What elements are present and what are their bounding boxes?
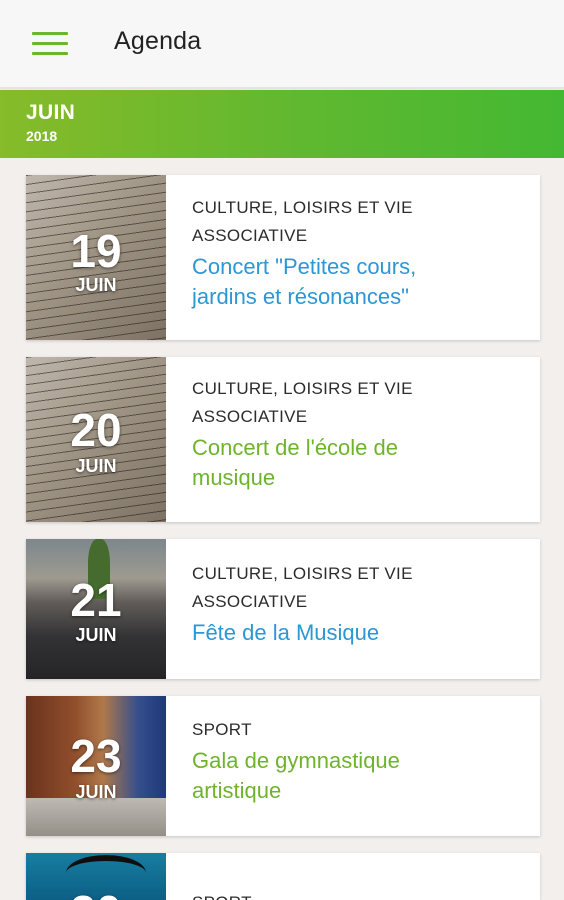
event-category: SPORT — [192, 889, 530, 900]
event-content: CULTURE, LOISIRS ET VIE ASSOCIATIVE Fête… — [192, 560, 530, 648]
menu-button[interactable] — [24, 24, 76, 64]
event-day: 20 — [70, 404, 122, 456]
event-card[interactable]: 30 SPORT — [26, 853, 540, 900]
event-title[interactable]: Concert de l'école de musique — [192, 433, 530, 493]
event-month: JUIN — [75, 782, 117, 802]
event-content: CULTURE, LOISIRS ET VIE ASSOCIATIVE Conc… — [192, 375, 530, 493]
event-day: 30 — [26, 889, 166, 900]
event-content: SPORT — [192, 889, 530, 900]
event-category-line: SPORT — [192, 720, 252, 739]
event-month: JUIN — [75, 625, 117, 645]
event-category-line: CULTURE, LOISIRS ET VIE — [192, 198, 413, 217]
event-card[interactable]: 23 JUIN SPORT Gala de gymnastique artist… — [26, 696, 540, 836]
event-title-line[interactable]: Concert de l'école de — [192, 433, 530, 463]
event-category: SPORT — [192, 716, 530, 744]
event-title-line[interactable]: musique — [192, 463, 530, 493]
event-day: 19 — [70, 225, 122, 277]
event-month: JUIN — [75, 275, 117, 295]
event-category-line: ASSOCIATIVE — [192, 407, 308, 426]
page-title: Agenda — [114, 27, 202, 55]
event-content: SPORT Gala de gymnastique artistique — [192, 716, 530, 806]
event-category-line: ASSOCIATIVE — [192, 592, 308, 611]
event-title[interactable]: Fête de la Musique — [192, 618, 530, 648]
event-day: 21 — [70, 574, 122, 626]
event-title-line[interactable]: Concert "Petites cours, — [192, 252, 530, 282]
app-bar: Agenda — [0, 0, 564, 88]
event-content: CULTURE, LOISIRS ET VIE ASSOCIATIVE Conc… — [192, 194, 530, 312]
month-year: 2018 — [26, 128, 58, 144]
hamburger-menu-icon[interactable] — [32, 32, 68, 56]
event-title-line[interactable]: Fête de la Musique — [192, 618, 530, 648]
event-title[interactable]: Concert "Petites cours, jardins et réson… — [192, 252, 530, 312]
event-category-line: SPORT — [192, 889, 530, 900]
event-month: JUIN — [75, 456, 117, 476]
event-title-line[interactable]: Gala de gymnastique — [192, 746, 530, 776]
month-name: JUIN — [26, 101, 76, 124]
event-title[interactable]: Gala de gymnastique artistique — [192, 746, 530, 806]
event-day: 23 — [70, 730, 122, 782]
event-card[interactable]: 21 JUIN CULTURE, LOISIRS ET VIE ASSOCIAT… — [26, 539, 540, 679]
event-category-line: ASSOCIATIVE — [192, 226, 308, 245]
event-card[interactable]: 19 JUIN CULTURE, LOISIRS ET VIE ASSOCIAT… — [26, 175, 540, 340]
month-header: JUIN 2018 — [0, 90, 564, 158]
event-category-line: CULTURE, LOISIRS ET VIE — [192, 564, 413, 583]
event-title-line[interactable]: artistique — [192, 776, 530, 806]
event-category: CULTURE, LOISIRS ET VIE ASSOCIATIVE — [192, 375, 530, 431]
event-category: CULTURE, LOISIRS ET VIE ASSOCIATIVE — [192, 194, 530, 250]
event-category: CULTURE, LOISIRS ET VIE ASSOCIATIVE — [192, 560, 530, 616]
event-title-line[interactable]: jardins et résonances" — [192, 282, 530, 312]
event-card[interactable]: 20 JUIN CULTURE, LOISIRS ET VIE ASSOCIAT… — [26, 357, 540, 522]
event-category-line: CULTURE, LOISIRS ET VIE — [192, 379, 413, 398]
